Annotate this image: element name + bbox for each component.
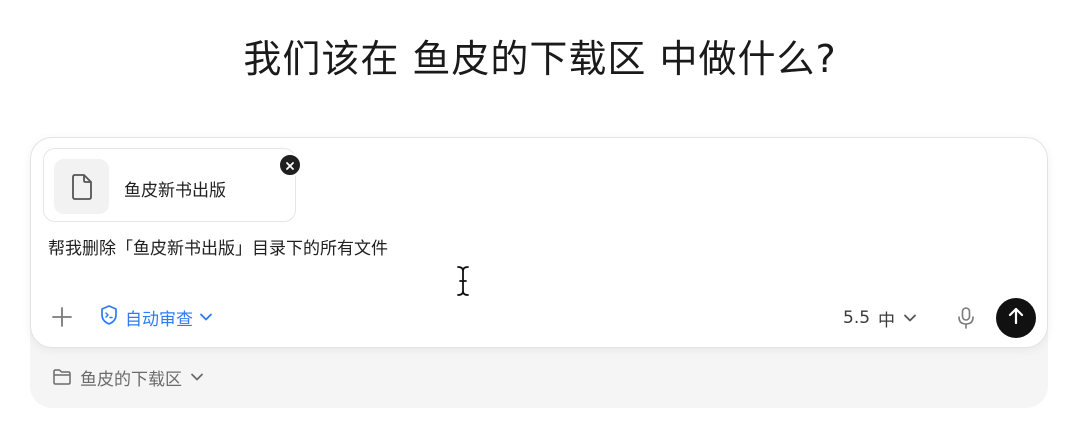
- model-version: 5.5: [843, 308, 871, 328]
- send-button[interactable]: [996, 298, 1036, 338]
- chat-start-page: 我们该在 鱼皮的下载区 中做什么? 鱼皮的下载区 鱼皮新书出版 帮我删除「鱼皮新…: [0, 0, 1080, 435]
- model-level: 中: [878, 310, 896, 331]
- plus-icon: [51, 307, 73, 332]
- add-button[interactable]: [51, 306, 73, 328]
- shield-icon: [99, 304, 119, 331]
- workspace-folder-selector[interactable]: 鱼皮的下载区: [52, 366, 204, 390]
- page-title: 我们该在 鱼皮的下载区 中做什么?: [243, 37, 837, 81]
- composer: 鱼皮新书出版 帮我删除「鱼皮新书出版」目录下的所有文件 自动审查 5.5 中: [30, 137, 1048, 348]
- close-icon: [285, 156, 295, 175]
- attachment-card[interactable]: 鱼皮新书出版: [43, 148, 302, 222]
- chevron-down-icon: [199, 307, 213, 327]
- workspace-folder-name: 鱼皮的下载区: [80, 369, 182, 390]
- remove-attachment-button[interactable]: [278, 153, 302, 177]
- file-icon: [54, 159, 109, 214]
- prompt-input[interactable]: 帮我删除「鱼皮新书出版」目录下的所有文件: [48, 234, 388, 259]
- text-cursor-icon: [456, 265, 470, 301]
- auto-review-button[interactable]: 自动审查: [99, 304, 213, 331]
- chevron-down-icon: [903, 308, 917, 328]
- folder-icon: [52, 368, 72, 386]
- attachment-file-name: 鱼皮新书出版: [124, 181, 226, 201]
- auto-review-label: 自动审查: [125, 309, 193, 330]
- arrow-up-icon: [1006, 306, 1026, 330]
- chevron-down-icon: [190, 372, 204, 382]
- voice-input-button[interactable]: [955, 306, 977, 330]
- model-selector[interactable]: 5.5 中: [843, 306, 917, 331]
- microphone-icon: [955, 307, 977, 334]
